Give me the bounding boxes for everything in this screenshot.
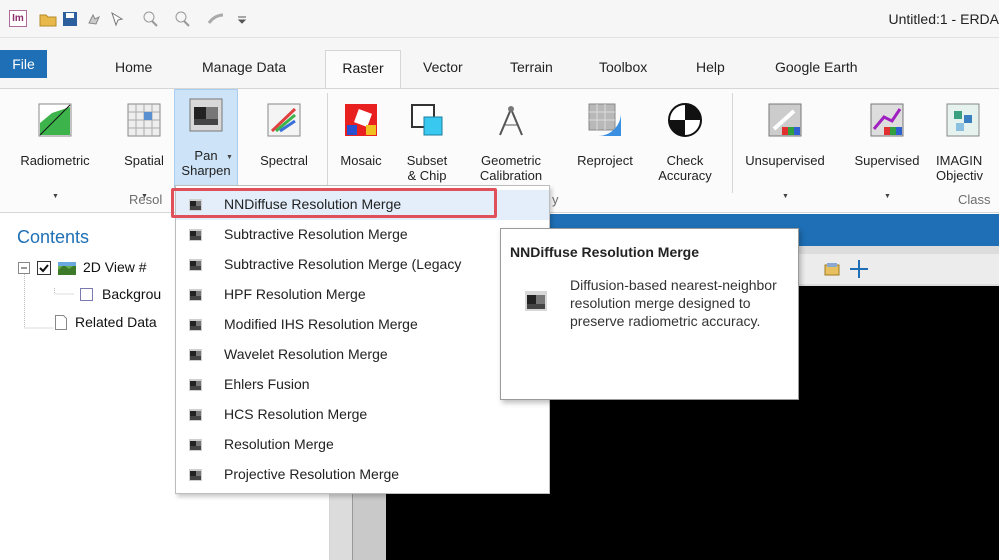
inquire-icon[interactable] [206,9,226,29]
document-icon [55,315,67,330]
tooltip-title: NNDiffuse Resolution Merge [510,244,700,260]
group-label-resolution: Resol [129,192,163,207]
tab-home[interactable]: Home [109,50,158,88]
crosshair-icon[interactable] [849,259,869,279]
group-label-geometry: y [552,192,559,207]
subset-icon [411,104,443,136]
menu-item[interactable]: Projective Resolution Merge [176,460,549,490]
tooltip: NNDiffuse Resolution Merge Diffusion-bas… [500,228,799,400]
window-title: Untitled:1 - ERDA [888,11,999,27]
app-logo-icon[interactable]: Im [9,10,27,27]
tab-manage-data[interactable]: Manage Data [196,50,292,88]
subset-chip-button[interactable]: Subset & Chip [396,95,458,195]
highlight-annotation [171,188,497,218]
customize-dropdown-icon[interactable] [232,9,252,29]
menu-item[interactable]: HPF Resolution Merge [176,280,549,310]
collapse-toggle-icon[interactable] [18,262,30,274]
mosaic-icon [345,104,377,136]
nndiffuse-icon [525,291,547,311]
chevron-down-icon: ▼ [52,193,59,200]
check-accuracy-button[interactable]: Check Accuracy [644,95,726,195]
resolution-merge-icon [189,379,202,391]
resolution-merge-icon [189,469,202,481]
menu-item-label: Wavelet Resolution Merge [224,346,388,362]
menu-item[interactable]: Subtractive Resolution Merge (Legacy [176,250,549,280]
spatial-grid-icon [127,103,161,137]
menu-item-label: Ehlers Fusion [224,376,310,392]
ribbon-separator [732,93,733,193]
ribbon-separator [327,93,328,193]
reproject-button[interactable]: Reproject [570,95,640,195]
tab-help[interactable]: Help [690,50,731,88]
tab-google-earth[interactable]: Google Earth [769,50,864,88]
pan-sharpen-button[interactable]: Pan Sharpen ▼ [174,89,238,189]
pan-sharpen-menu: NNDiffuse Resolution Merge Subtractive Re… [175,185,550,494]
resolution-merge-icon [189,319,202,331]
contents-title: Contents [17,227,90,247]
resolution-merge-icon [189,289,202,301]
menu-item-label: Resolution Merge [224,436,334,452]
tab-raster[interactable]: Raster [325,50,401,88]
menu-item-label: Subtractive Resolution Merge (Legacy [224,256,462,272]
mosaic-button[interactable]: Mosaic ▼ [333,95,389,200]
pan-icon[interactable] [84,9,104,29]
save-icon[interactable] [60,9,80,29]
imagine-objective-button[interactable]: IMAGIN Objectiv [932,95,999,195]
radiometric-icon [38,103,72,137]
checkbox-checked[interactable] [37,261,51,275]
tree-item-2d-view[interactable]: 2D View # [83,259,147,275]
tree-lines [24,274,74,329]
tab-toolbox[interactable]: Toolbox [593,50,653,88]
background-layer-icon [80,288,93,301]
resolution-merge-icon [189,349,202,361]
menu-item-label: Modified IHS Resolution Merge [224,316,418,332]
reproject-icon [588,103,621,136]
menu-item[interactable]: Wavelet Resolution Merge [176,340,549,370]
ribbon-tabs: File Home Manage Data Raster Vector Terr… [0,38,999,88]
zoom-in-icon[interactable] [140,9,160,29]
title-bar: Im Untitled:1 - ERDA [0,0,999,38]
chevron-down-icon: ▼ [226,154,233,161]
imagine-objective-icon [946,103,980,137]
geometric-calibration-button[interactable]: Geometric Calibration [465,95,557,195]
layers-icon[interactable] [823,260,841,278]
resolution-merge-icon [189,409,202,421]
compass-icon [499,106,523,136]
menu-item-label: Subtractive Resolution Merge [224,226,408,242]
tab-file[interactable]: File [0,50,47,78]
pan-sharpen-icon [189,98,223,132]
unsupervised-button[interactable]: Unsupervised ▼ [737,95,833,200]
spatial-button[interactable]: Spatial ▼ [116,95,172,200]
tree-item-background[interactable]: Backgrou [102,286,161,302]
resolution-merge-icon [189,229,202,241]
zoom-out-icon[interactable] [172,9,192,29]
resolution-merge-icon [189,439,202,451]
tooltip-description: Diffusion-based nearest-neighbor resolut… [570,277,777,329]
tree-item-related-data[interactable]: Related Data [75,314,157,330]
menu-item-label: HCS Resolution Merge [224,406,368,422]
group-label-classification: Class [958,192,991,207]
open-folder-icon[interactable] [38,9,58,29]
menu-item-label: HPF Resolution Merge [224,286,366,302]
spectral-button[interactable]: Spectral ▼ [253,95,315,200]
select-arrow-icon[interactable] [108,9,128,29]
menu-item[interactable]: HCS Resolution Merge [176,400,549,430]
menu-item-label: Projective Resolution Merge [224,466,400,482]
menu-item[interactable]: Ehlers Fusion [176,370,549,400]
chevron-down-icon: ▼ [782,193,789,200]
supervised-button[interactable]: Supervised ▼ [840,95,934,200]
supervised-icon [870,103,904,137]
tab-vector[interactable]: Vector [417,50,469,88]
menu-item[interactable]: Modified IHS Resolution Merge [176,310,549,340]
unsupervised-icon [768,103,802,137]
radiometric-button[interactable]: Radiometric ▼ [18,95,92,200]
chevron-down-icon: ▼ [884,193,891,200]
menu-item[interactable]: Resolution Merge [176,430,549,460]
target-icon [668,103,702,137]
spectral-icon [267,103,301,137]
menu-item[interactable]: Subtractive Resolution Merge [176,220,549,250]
resolution-merge-icon [189,259,202,271]
tab-terrain[interactable]: Terrain [504,50,559,88]
